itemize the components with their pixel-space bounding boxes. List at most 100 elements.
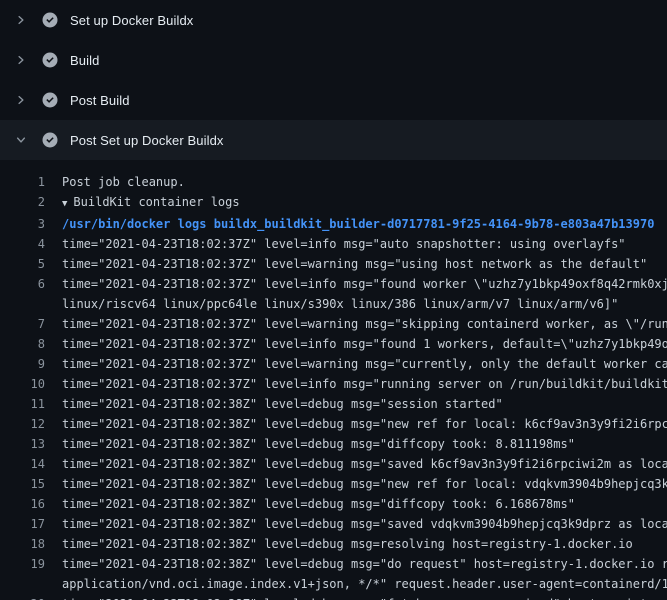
check-circle-icon — [42, 12, 58, 28]
step-section-header[interactable]: Set up Docker Buildx — [0, 0, 667, 40]
log-line: 4 time="2021-04-23T18:02:37Z" level=info… — [0, 234, 667, 254]
check-circle-icon — [42, 52, 58, 68]
line-number[interactable]: 13 — [0, 434, 45, 454]
log-text: time="2021-04-23T18:02:38Z" level=debug … — [62, 517, 667, 531]
line-number[interactable]: 4 — [0, 234, 45, 254]
log-line: linux/riscv64 linux/ppc64le linux/s390x … — [0, 294, 667, 314]
log-area: 1 Post job cleanup. 2 ▼ BuildKit containe… — [0, 160, 667, 600]
line-number[interactable]: 1 — [0, 172, 45, 192]
log-text: time="2021-04-23T18:02:38Z" level=debug … — [62, 457, 667, 471]
log-line-command: 3 /usr/bin/docker logs buildx_buildkit_b… — [0, 214, 667, 234]
log-line: 11 time="2021-04-23T18:02:38Z" level=deb… — [0, 394, 667, 414]
line-number[interactable]: 11 — [0, 394, 45, 414]
line-number[interactable]: 19 — [0, 554, 45, 574]
log-text: application/vnd.oci.image.index.v1+json,… — [62, 577, 667, 591]
log-text: time="2021-04-23T18:02:37Z" level=info m… — [62, 277, 667, 291]
log-line: 17 time="2021-04-23T18:02:38Z" level=deb… — [0, 514, 667, 534]
log-content: time="2021-04-23T18:02:38Z" level=debug … — [62, 494, 575, 514]
step-section-list: Set up Docker Buildx Build P — [0, 0, 667, 160]
log-content: time="2021-04-23T18:02:38Z" level=debug … — [62, 394, 503, 414]
log-text: time="2021-04-23T18:02:37Z" level=warnin… — [62, 257, 647, 271]
log-content: time="2021-04-23T18:02:37Z" level=warnin… — [62, 254, 647, 274]
log-text: time="2021-04-23T18:02:37Z" level=warnin… — [62, 357, 667, 371]
line-number[interactable]: 14 — [0, 454, 45, 474]
line-number[interactable] — [0, 294, 45, 314]
log-line: 8 time="2021-04-23T18:02:37Z" level=info… — [0, 334, 667, 354]
line-number[interactable]: 6 — [0, 274, 45, 294]
log-text: time="2021-04-23T18:02:38Z" level=debug … — [62, 557, 667, 571]
log-content: time="2021-04-23T18:02:37Z" level=info m… — [62, 234, 626, 254]
log-line: 18 time="2021-04-23T18:02:38Z" level=deb… — [0, 534, 667, 554]
log-text: time="2021-04-23T18:02:38Z" level=debug … — [62, 537, 633, 551]
line-number[interactable]: 17 — [0, 514, 45, 534]
line-number[interactable]: 20 — [0, 594, 45, 600]
log-content: time="2021-04-23T18:02:37Z" level=warnin… — [62, 314, 667, 334]
log-content: ▼ BuildKit container logs — [62, 192, 240, 214]
log-line: 2 ▼ BuildKit container logs — [0, 192, 667, 214]
line-number[interactable] — [0, 574, 45, 594]
log-content: time="2021-04-23T18:02:37Z" level=info m… — [62, 334, 667, 354]
log-line: 16 time="2021-04-23T18:02:38Z" level=deb… — [0, 494, 667, 514]
log-content: time="2021-04-23T18:02:38Z" level=debug … — [62, 434, 575, 454]
log-content: time="2021-04-23T18:02:38Z" level=debug … — [62, 534, 633, 554]
log-text: time="2021-04-23T18:02:37Z" level=info m… — [62, 337, 667, 351]
log-content: time="2021-04-23T18:02:38Z" level=debug … — [62, 514, 667, 534]
log-line-list: 1 Post job cleanup. 2 ▼ BuildKit containe… — [0, 172, 667, 600]
log-line: 1 Post job cleanup. — [0, 172, 667, 192]
log-line: application/vnd.oci.image.index.v1+json,… — [0, 574, 667, 594]
log-line: 13 time="2021-04-23T18:02:38Z" level=deb… — [0, 434, 667, 454]
log-content: /usr/bin/docker logs buildx_buildkit_bui… — [62, 214, 654, 234]
log-text: time="2021-04-23T18:02:38Z" level=debug … — [62, 397, 503, 411]
log-line: 9 time="2021-04-23T18:02:37Z" level=warn… — [0, 354, 667, 374]
log-content: time="2021-04-23T18:02:38Z" level=debug … — [62, 554, 667, 574]
line-number[interactable]: 16 — [0, 494, 45, 514]
line-number[interactable]: 2 — [0, 192, 45, 214]
log-content: Post job cleanup. — [62, 172, 185, 192]
line-number[interactable]: 5 — [0, 254, 45, 274]
log-content: time="2021-04-23T18:02:37Z" level=info m… — [62, 374, 667, 394]
log-line: 20 time="2021-04-23T18:02:38Z" level=deb… — [0, 594, 667, 600]
chevron-down-icon[interactable] — [13, 132, 29, 148]
chevron-right-icon[interactable] — [13, 52, 29, 68]
log-text: time="2021-04-23T18:02:37Z" level=info m… — [62, 237, 626, 251]
check-circle-icon — [42, 132, 58, 148]
step-section-label: Post Build — [70, 93, 130, 108]
step-section-label: Post Set up Docker Buildx — [70, 133, 224, 148]
log-line: 10 time="2021-04-23T18:02:37Z" level=inf… — [0, 374, 667, 394]
log-content: time="2021-04-23T18:02:37Z" level=warnin… — [62, 354, 667, 374]
chevron-right-icon[interactable] — [13, 92, 29, 108]
log-content: time="2021-04-23T18:02:37Z" level=info m… — [62, 274, 667, 294]
line-number[interactable]: 9 — [0, 354, 45, 374]
line-number[interactable]: 10 — [0, 374, 45, 394]
log-text: time="2021-04-23T18:02:37Z" level=info m… — [62, 377, 667, 391]
log-text: time="2021-04-23T18:02:38Z" level=debug … — [62, 437, 575, 451]
step-section-header[interactable]: Build — [0, 40, 667, 80]
line-number[interactable]: 3 — [0, 214, 45, 234]
step-section-header[interactable]: Post Set up Docker Buildx — [0, 120, 667, 160]
check-circle-icon — [42, 92, 58, 108]
log-text: time="2021-04-23T18:02:38Z" level=debug … — [62, 417, 667, 431]
line-number[interactable]: 7 — [0, 314, 45, 334]
group-toggle-icon[interactable]: ▼ — [62, 199, 67, 209]
chevron-right-icon[interactable] — [13, 12, 29, 28]
line-number[interactable]: 18 — [0, 534, 45, 554]
log-content: time="2021-04-23T18:02:38Z" level=debug … — [62, 474, 667, 494]
log-line: 19 time="2021-04-23T18:02:38Z" level=deb… — [0, 554, 667, 574]
log-text: time="2021-04-23T18:02:37Z" level=warnin… — [62, 317, 667, 331]
log-content: linux/riscv64 linux/ppc64le linux/s390x … — [62, 294, 618, 314]
log-text: linux/riscv64 linux/ppc64le linux/s390x … — [62, 297, 618, 311]
step-section-label: Set up Docker Buildx — [70, 13, 193, 28]
log-line: 5 time="2021-04-23T18:02:37Z" level=warn… — [0, 254, 667, 274]
log-line: 14 time="2021-04-23T18:02:38Z" level=deb… — [0, 454, 667, 474]
step-section-header[interactable]: Post Build — [0, 80, 667, 120]
line-number[interactable]: 8 — [0, 334, 45, 354]
line-number[interactable]: 15 — [0, 474, 45, 494]
line-number[interactable]: 12 — [0, 414, 45, 434]
actions-log-viewer: Set up Docker Buildx Build P — [0, 0, 667, 600]
log-text: Post job cleanup. — [62, 175, 185, 189]
log-text: time="2021-04-23T18:02:38Z" level=debug … — [62, 477, 667, 491]
log-line: 6 time="2021-04-23T18:02:37Z" level=info… — [0, 274, 667, 294]
log-content: time="2021-04-23T18:02:38Z" level=debug … — [62, 454, 667, 474]
log-text: BuildKit container logs — [73, 195, 239, 209]
log-content: time="2021-04-23T18:02:38Z" level=debug … — [62, 594, 662, 600]
